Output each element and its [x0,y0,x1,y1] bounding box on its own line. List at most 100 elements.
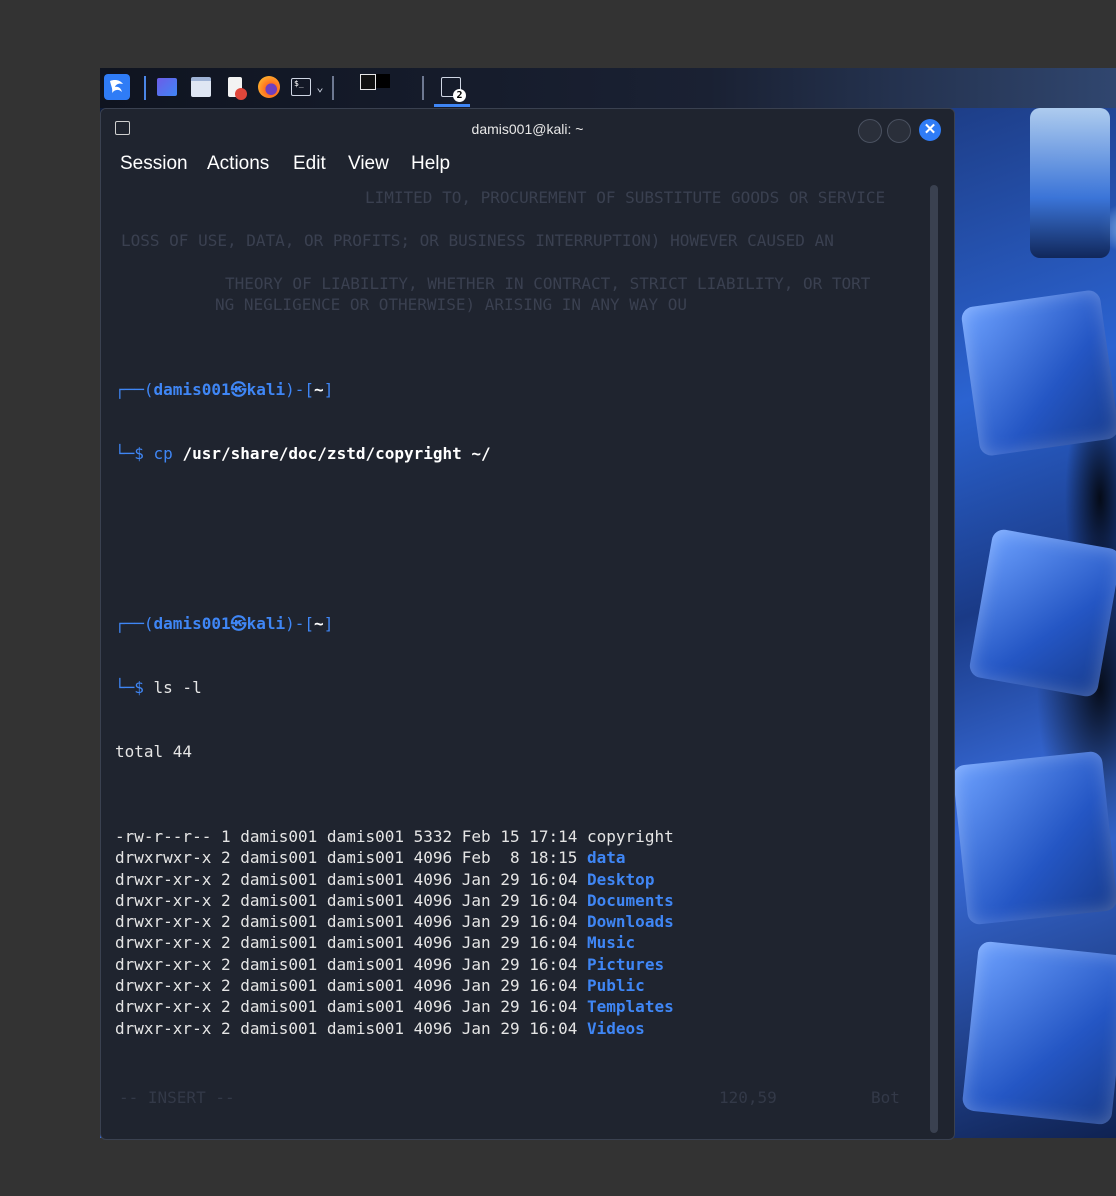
maximize-button[interactable] [887,119,911,143]
taskbar: $_ ⌄ 2 [100,68,1116,108]
terminal-launcher-icon[interactable]: $_ [288,74,314,100]
ls-row-meta: drwxr-xr-x 2 damis001 damis001 4096 Jan … [115,1018,588,1038]
ls-row-directory: Videos [587,1018,645,1038]
ls-row-meta: drwxr-xr-x 2 damis001 damis001 4096 Jan … [115,975,588,995]
command-args: /usr/share/doc/zstd/copyright ~/ [182,443,491,463]
prompt-dir: ~ [314,379,324,399]
active-task-indicator [434,104,470,107]
ls-row-meta: drwxr-xr-x 2 damis001 damis001 4096 Jan … [115,997,588,1017]
ls-row: drwxr-xr-x 2 damis001 damis001 4096 Jan … [115,1018,925,1039]
ls-row-directory: Downloads [587,912,674,932]
taskbar-separator [422,76,424,100]
prompt-dir: ~ [314,613,324,633]
ghost-text: THEORY OF LIABILITY, WHETHER IN CONTRACT… [225,274,871,293]
ls-row-meta: drwxrwxr-x 2 damis001 damis001 4096 Feb … [115,848,588,868]
firefox-shape [258,76,280,98]
command-line: └─$ cp /usr/share/doc/zstd/copyright ~/ [115,443,491,463]
menu-edit[interactable]: Edit [293,153,326,175]
menu-help[interactable]: Help [411,153,450,175]
folder-shape [191,77,211,97]
workspace-1[interactable] [360,74,376,90]
ls-row-meta: drwxr-xr-x 2 damis001 damis001 4096 Jan … [115,933,588,953]
taskbar-separator [332,76,334,100]
ls-row-meta: drwxr-xr-x 2 damis001 damis001 4096 Jan … [115,890,588,910]
wallpaper-shape [1030,108,1110,258]
menu-actions[interactable]: Actions [207,153,269,175]
ls-row-meta: drwxr-xr-x 2 damis001 damis001 4096 Jan … [115,869,588,889]
taskbar-separator [144,76,146,100]
total-line: total 44 [115,741,193,761]
wallpaper-shape [961,940,1116,1126]
ls-listing: -rw-r--r-- 1 damis001 damis001 5332 Feb … [115,826,925,1039]
desktop-icon[interactable] [154,74,180,100]
ghost-text: LOSS OF USE, DATA, OR PROFITS; OR BUSINE… [121,231,834,250]
firefox-icon[interactable] [256,74,282,100]
ls-row-directory: Pictures [587,954,665,974]
workspace-switcher[interactable] [340,74,400,100]
prompt-user: damis001 [153,613,231,633]
ls-row: drwxrwxr-x 2 damis001 damis001 4096 Feb … [115,847,925,868]
edit-badge [235,88,247,100]
ghost-status-mode: -- INSERT -- [119,1088,235,1107]
workspace-2[interactable] [376,74,390,88]
kali-dragon-icon [110,80,123,93]
window-count-badge: 2 [453,89,466,102]
terminal-output[interactable]: LIMITED TO, PROCUREMENT OF SUBSTITUTE GO… [115,187,925,1127]
prompt-at: ㉿ [230,379,247,399]
close-icon: ✕ [923,121,937,138]
ls-row-directory: Music [587,933,636,953]
wallpaper-shape [952,750,1116,926]
command-text: ls -l [153,677,202,697]
minimize-button[interactable] [858,119,882,143]
ls-row-file: copyright [587,826,674,846]
prompt-line: ┌──(damis001㉿kali)-[~] [115,379,334,399]
file-manager-icon[interactable] [188,74,214,100]
terminal-window: damis001@kali: ~ ✕ Session Actions Edit … [100,108,955,1140]
window-titlebar[interactable]: damis001@kali: ~ ✕ [101,109,954,149]
terminal-icon: 2 [441,77,466,102]
wallpaper-shape [960,288,1116,458]
prompt-at: ㉿ [230,613,247,633]
prompt-user: damis001 [153,379,231,399]
ls-row-directory: Desktop [587,869,655,889]
close-button[interactable]: ✕ [919,119,941,141]
kali-menu-icon[interactable] [104,74,130,100]
desktop-shape [157,78,177,96]
prompt-host: kali [246,379,286,399]
document-shape [228,77,247,100]
ls-row-directory: Templates [587,997,674,1017]
ls-row-meta: -rw-r--r-- 1 damis001 damis001 5332 Feb … [115,826,588,846]
text-editor-icon[interactable] [222,74,248,100]
ls-row-directory: Public [587,975,645,995]
menu-bar: Session Actions Edit View Help [101,151,954,179]
ls-row: drwxr-xr-x 2 damis001 damis001 4096 Jan … [115,996,925,1017]
chevron-down-icon[interactable]: ⌄ [312,74,328,100]
wallpaper-shape [967,527,1116,699]
ls-row: drwxr-xr-x 2 damis001 damis001 4096 Jan … [115,869,925,890]
ls-row: drwxr-xr-x 2 damis001 damis001 4096 Jan … [115,911,925,932]
ls-row: drwxr-xr-x 2 damis001 damis001 4096 Jan … [115,890,925,911]
ls-row-meta: drwxr-xr-x 2 damis001 damis001 4096 Jan … [115,954,588,974]
prompt-line: ┌──(damis001㉿kali)-[~] [115,613,334,633]
scrollbar[interactable] [930,185,938,1133]
menu-session[interactable]: Session [120,153,188,175]
ghost-status-position: 120,59 [719,1088,777,1107]
ls-row: drwxr-xr-x 2 damis001 damis001 4096 Jan … [115,932,925,953]
ls-row: -rw-r--r-- 1 damis001 damis001 5332 Feb … [115,826,925,847]
ghost-status-percent: Bot [871,1088,900,1107]
ghost-text: NG NEGLIGENCE OR OTHERWISE) ARISING IN A… [215,295,688,314]
ls-row-meta: drwxr-xr-x 2 damis001 damis001 4096 Jan … [115,912,588,932]
ls-row-directory: data [587,848,626,868]
command-name: cp [153,443,173,463]
command-line: └─$ ls -l [115,677,202,697]
window-title: damis001@kali: ~ [471,121,584,137]
terminal-shape: $_ [291,78,311,96]
ls-row: drwxr-xr-x 2 damis001 damis001 4096 Jan … [115,975,925,996]
terminal-task-button[interactable]: 2 [438,74,466,102]
ls-row-directory: Documents [587,890,674,910]
menu-view[interactable]: View [348,153,389,175]
ghost-text: LIMITED TO, PROCUREMENT OF SUBSTITUTE GO… [365,188,886,207]
prompt-host: kali [246,613,286,633]
